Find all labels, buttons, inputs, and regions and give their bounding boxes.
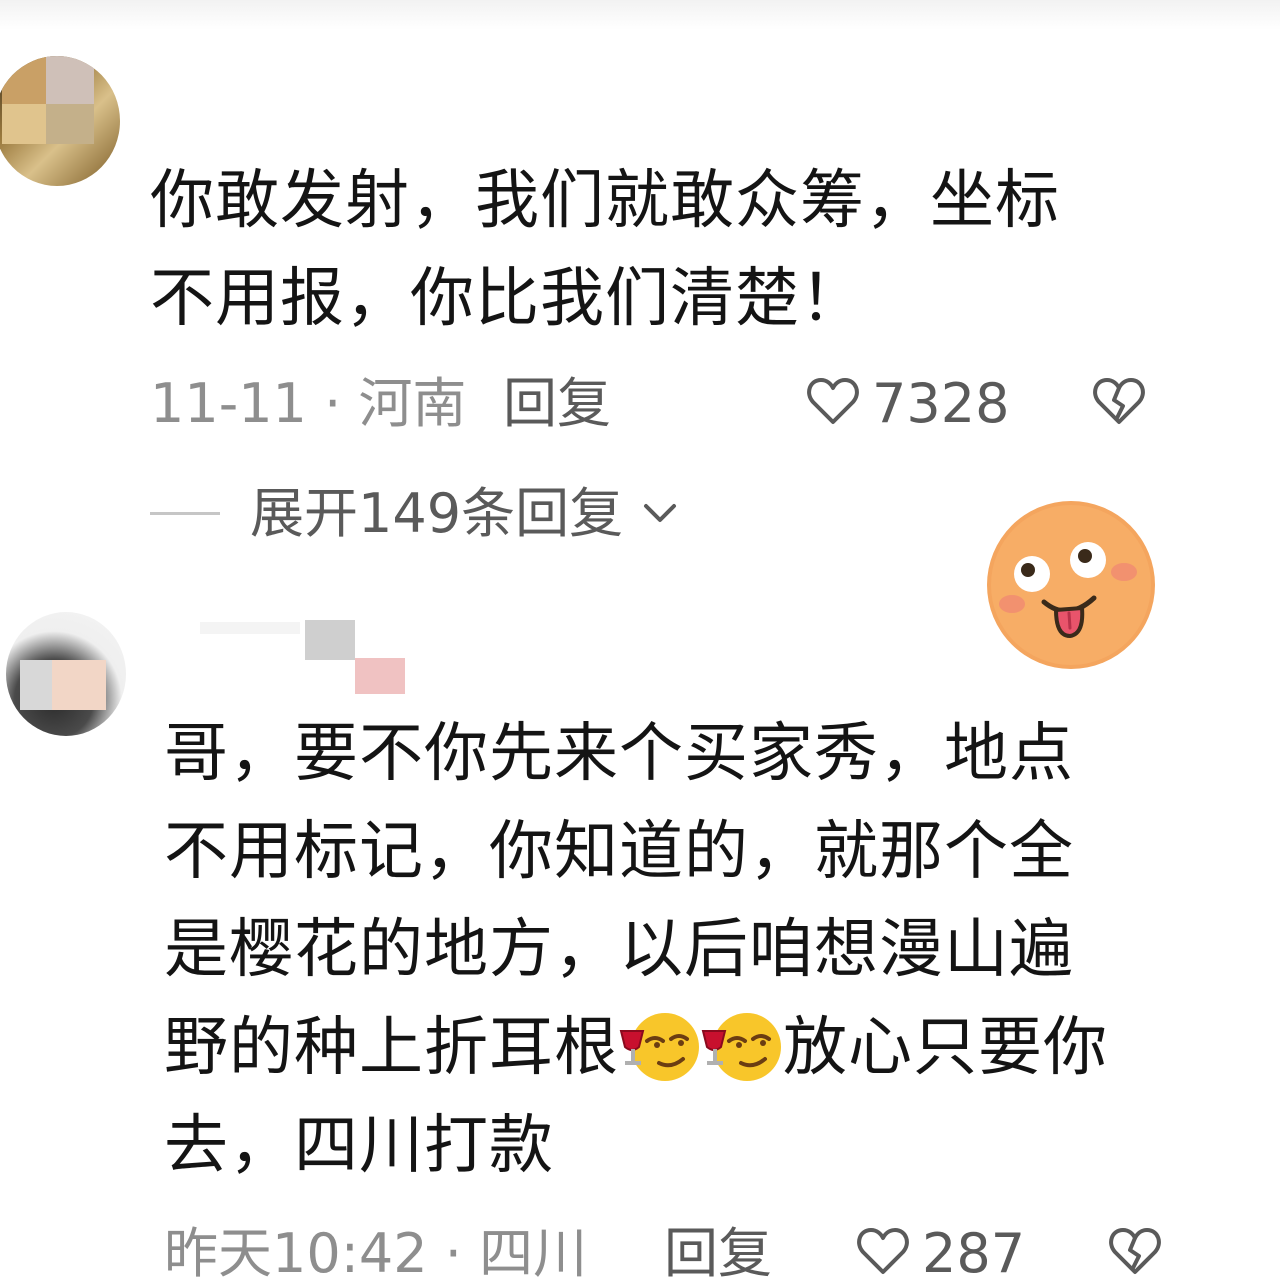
reply-button[interactable]: 回复: [503, 374, 611, 434]
comment-text: 哥，要不你先来个买家秀，地点 不用标记，你知道的，就那个全 是樱花的地方，以后咱…: [164, 717, 1108, 1183]
expand-replies-label: 展开149条回复: [250, 482, 624, 545]
toast-wine-emoji: [619, 1013, 699, 1081]
broken-heart-icon[interactable]: [1108, 1226, 1162, 1276]
reply-divider: [150, 512, 220, 515]
comment-date: 昨天10:42: [164, 1222, 428, 1285]
expand-replies-button[interactable]: 展开149条回复: [250, 484, 680, 544]
meta-separator: ·: [324, 372, 342, 435]
username-redacted: [355, 658, 405, 694]
comment-date: 11-11: [150, 372, 307, 435]
previous-comment-edge: [0, 0, 1280, 30]
comment-text: 你敢发射，我们就敢众筹，坐标 不用报，你比我们清楚！: [150, 164, 1060, 336]
broken-heart-icon[interactable]: [1092, 376, 1146, 426]
comment-location: 四川: [479, 1222, 588, 1285]
chevron-down-icon: [644, 504, 677, 522]
meta-separator: ·: [444, 1222, 462, 1285]
comment-meta: 昨天10:42 · 四川: [164, 1224, 587, 1284]
like-count: 287: [922, 1222, 1026, 1285]
like-count: 7328: [872, 372, 1010, 435]
comment-meta: 11-11 · 河南: [150, 374, 466, 434]
avatar[interactable]: [0, 56, 120, 186]
username-redacted: [305, 620, 355, 660]
heart-outline-icon[interactable]: [806, 376, 860, 426]
avatar[interactable]: [6, 612, 126, 736]
comment-location: 河南: [358, 372, 467, 435]
tongue-out-face-sticker: [987, 501, 1155, 669]
reply-button[interactable]: 回复: [664, 1224, 772, 1284]
username-redacted: [200, 622, 300, 634]
heart-outline-icon[interactable]: [856, 1226, 910, 1276]
toast-wine-emoji: [701, 1013, 781, 1081]
